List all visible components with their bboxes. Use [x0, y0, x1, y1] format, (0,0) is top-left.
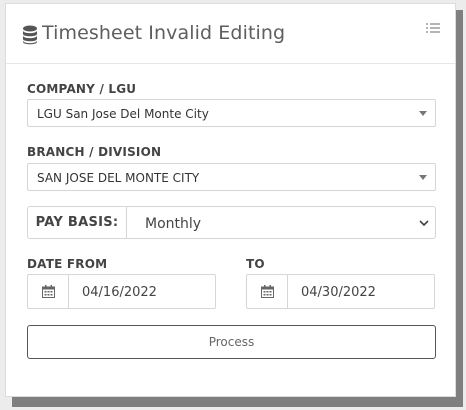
database-icon	[23, 25, 37, 45]
pay-basis-value: Monthly	[145, 216, 202, 232]
chevron-down-icon	[419, 220, 429, 227]
company-value: LGU San Jose Del Monte City	[37, 107, 209, 121]
caret-down-icon	[419, 175, 427, 180]
list-icon[interactable]	[426, 22, 440, 34]
company-select[interactable]: LGU San Jose Del Monte City	[27, 99, 436, 127]
branch-label: BRANCH / DIVISION	[27, 145, 162, 159]
pay-basis-label: PAY BASIS:	[28, 207, 127, 238]
date-to-value: 04/30/2022	[301, 285, 376, 300]
calendar-icon	[260, 285, 274, 298]
panel-title: Timesheet Invalid Editing	[42, 22, 286, 44]
date-from-field[interactable]: 04/16/2022	[27, 274, 216, 309]
panel-header: Timesheet Invalid Editing	[6, 4, 455, 64]
date-to-field[interactable]: 04/30/2022	[246, 274, 435, 309]
date-from-label: DATE FROM	[27, 257, 108, 271]
caret-down-icon	[419, 111, 427, 116]
date-from-addon[interactable]	[28, 275, 69, 308]
date-to-addon[interactable]	[247, 275, 288, 308]
timesheet-panel: Timesheet Invalid Editing COMPANY / LGU …	[5, 3, 456, 397]
pay-basis-select[interactable]: Monthly	[128, 207, 435, 238]
pay-basis-group: PAY BASIS: Monthly	[27, 206, 436, 239]
company-label: COMPANY / LGU	[27, 82, 137, 96]
branch-value: SAN JOSE DEL MONTE CITY	[37, 171, 200, 185]
date-to-label: TO	[246, 257, 265, 271]
calendar-icon	[41, 285, 55, 298]
process-button[interactable]: Process	[27, 325, 436, 359]
date-from-value: 04/16/2022	[82, 285, 157, 300]
branch-select[interactable]: SAN JOSE DEL MONTE CITY	[27, 163, 436, 191]
